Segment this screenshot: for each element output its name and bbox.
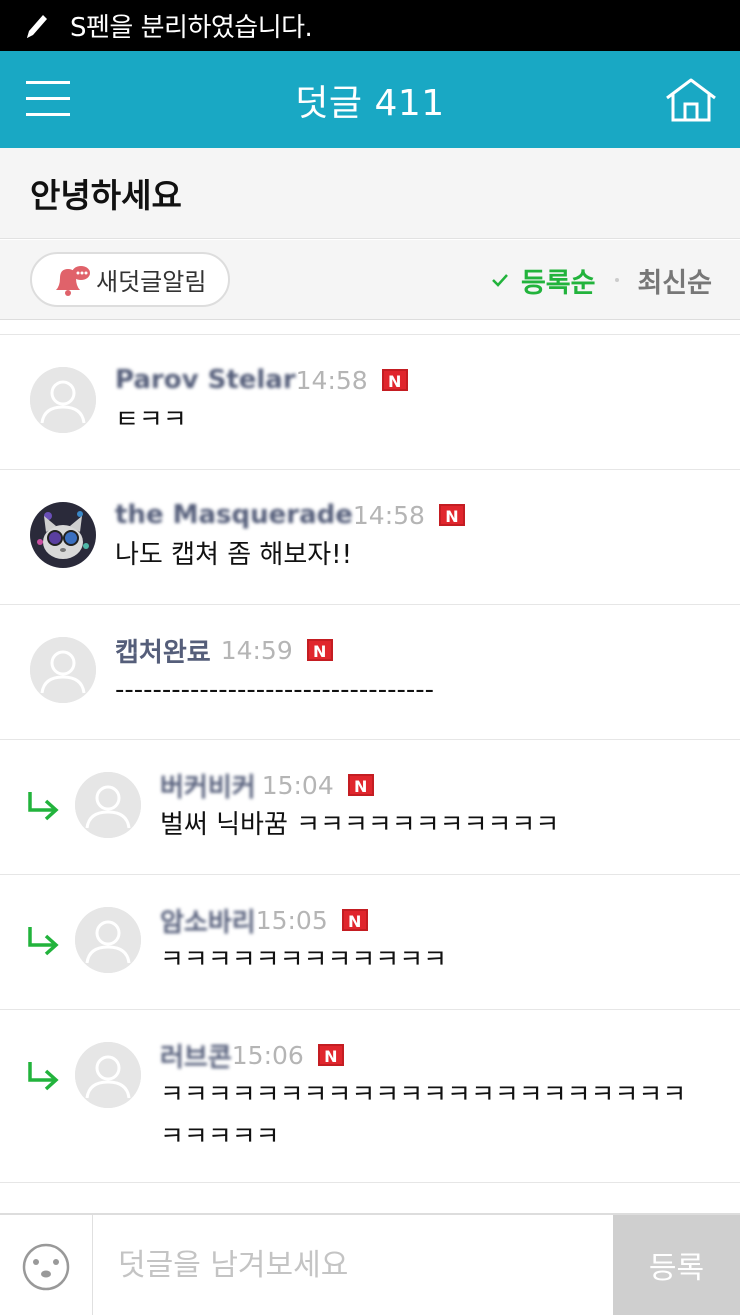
comment-meta: 캡처완료 14:59 N bbox=[115, 632, 333, 669]
avatar[interactable] bbox=[30, 367, 96, 433]
post-title: 안녕하세요 bbox=[30, 176, 182, 215]
new-badge: N bbox=[347, 774, 374, 796]
avatar[interactable] bbox=[75, 907, 141, 973]
app-header: 덧글 411 bbox=[0, 51, 740, 148]
sort-by-latest[interactable]: 최신순 bbox=[637, 261, 712, 300]
reply-item: 암소바리 15:05 N ㅋㅋㅋㅋㅋㅋㅋㅋㅋㅋㅋㅋ bbox=[0, 875, 740, 1010]
default-avatar-icon bbox=[75, 772, 141, 838]
default-avatar-icon bbox=[30, 637, 96, 703]
comment-meta: the Masquerade 14:58 N bbox=[115, 498, 465, 532]
bell-icon bbox=[56, 265, 90, 296]
nickname[interactable]: 버커비커 bbox=[160, 767, 256, 804]
timestamp: 15:04 bbox=[261, 770, 334, 800]
timestamp: 15:06 bbox=[231, 1040, 304, 1070]
comment-text: 벌써 닉바꿈 ㅋㅋㅋㅋㅋㅋㅋㅋㅋㅋㅋ bbox=[160, 810, 560, 840]
comment-input-bar: 등록 bbox=[0, 1213, 740, 1315]
new-badge: N bbox=[317, 1044, 344, 1066]
nickname[interactable]: 러브콘 bbox=[160, 1037, 232, 1074]
comment-meta: Parov Stelar 14:58 N bbox=[115, 363, 408, 397]
cat-photo-avatar-icon bbox=[30, 502, 96, 568]
comment-toolbar: 새덧글알림 등록순 최신순 bbox=[0, 240, 740, 320]
comment-item: the Masquerade 14:58 N 나도 캡쳐 좀 해보자!! bbox=[0, 470, 740, 605]
new-badge: N bbox=[381, 369, 408, 391]
comment-text: ㅋㅋㅋㅋㅋㅋㅋㅋㅋㅋㅋㅋ bbox=[160, 945, 448, 975]
emoticon-icon bbox=[22, 1243, 70, 1291]
comment-meta: 암소바리 15:05 N bbox=[160, 902, 368, 939]
separator-dot bbox=[615, 278, 620, 282]
comment-text: ㅌㅋㅋ bbox=[115, 405, 187, 435]
comment-item: Parov Stelar 14:58 N ㅌㅋㅋ bbox=[0, 335, 740, 470]
nickname[interactable]: Parov Stelar bbox=[115, 365, 296, 395]
default-avatar-icon bbox=[75, 907, 141, 973]
nickname[interactable]: the Masquerade bbox=[115, 500, 353, 530]
sort-by-registered[interactable]: 등록순 bbox=[491, 261, 596, 300]
reply-arrow-icon bbox=[28, 1062, 59, 1091]
reply-arrow-icon bbox=[28, 927, 59, 956]
sort-active-label: 등록순 bbox=[520, 267, 596, 299]
timestamp: 14:59 bbox=[220, 635, 293, 665]
sort-options: 등록순 최신순 bbox=[491, 240, 712, 320]
comment-text: ---------------------------------- bbox=[115, 675, 434, 705]
timestamp: 14:58 bbox=[352, 500, 425, 530]
submit-button[interactable]: 등록 bbox=[613, 1215, 740, 1315]
nickname[interactable]: 암소바리 bbox=[160, 902, 256, 939]
reply-item: 러브콘 15:06 N ㅋㅋㅋㅋㅋㅋㅋㅋㅋㅋㅋㅋㅋㅋㅋㅋㅋㅋㅋㅋㅋㅋ ㅋㅋㅋㅋㅋ bbox=[0, 1010, 740, 1183]
menu-icon[interactable] bbox=[26, 81, 70, 117]
comment-item: 캡처완료 14:59 N ---------------------------… bbox=[0, 605, 740, 740]
comment-text: 나도 캡쳐 좀 해보자!! bbox=[115, 540, 352, 570]
avatar[interactable] bbox=[75, 772, 141, 838]
avatar[interactable] bbox=[30, 502, 96, 568]
alarm-label: 새덧글알림 bbox=[96, 268, 207, 296]
comment-meta: 버커비커 15:04 N bbox=[160, 767, 374, 804]
avatar[interactable] bbox=[75, 1042, 141, 1108]
comment-list: Parov Stelar 14:58 N ㅌㅋㅋ the Masquerade … bbox=[0, 334, 740, 1183]
nickname[interactable]: 캡처완료 bbox=[115, 632, 211, 669]
status-bar: S펜을 분리하였습니다. bbox=[0, 0, 740, 51]
pen-icon bbox=[27, 14, 47, 38]
default-avatar-icon bbox=[75, 1042, 141, 1108]
reply-item: 버커비커 15:04 N 벌써 닉바꿈 ㅋㅋㅋㅋㅋㅋㅋㅋㅋㅋㅋ bbox=[0, 740, 740, 875]
new-comment-alarm-button[interactable]: 새덧글알림 bbox=[30, 252, 230, 307]
page-title: 덧글 411 bbox=[295, 82, 445, 124]
comment-text-line: ㅋㅋㅋㅋㅋㅋㅋㅋㅋㅋㅋㅋㅋㅋㅋㅋㅋㅋㅋㅋㅋㅋ bbox=[160, 1080, 687, 1110]
comment-text: ㅋㅋㅋㅋㅋㅋㅋㅋㅋㅋㅋㅋㅋㅋㅋㅋㅋㅋㅋㅋㅋㅋ ㅋㅋㅋㅋㅋ bbox=[160, 1074, 686, 1158]
emoticon-button[interactable] bbox=[0, 1215, 93, 1315]
home-icon[interactable] bbox=[664, 77, 718, 123]
comment-meta: 러브콘 15:06 N bbox=[160, 1037, 344, 1074]
new-badge: N bbox=[306, 639, 333, 661]
new-badge: N bbox=[341, 909, 368, 931]
new-badge: N bbox=[438, 504, 465, 526]
reply-arrow-icon bbox=[28, 792, 59, 821]
status-text: S펜을 분리하였습니다. bbox=[70, 13, 313, 43]
timestamp: 15:05 bbox=[255, 905, 328, 935]
comment-text-line: ㅋㅋㅋㅋㅋ bbox=[160, 1122, 280, 1152]
comment-input[interactable] bbox=[100, 1215, 610, 1315]
timestamp: 14:58 bbox=[295, 365, 368, 395]
avatar[interactable] bbox=[30, 637, 96, 703]
check-icon bbox=[492, 274, 508, 287]
default-avatar-icon bbox=[30, 367, 96, 433]
post-title-bar: 안녕하세요 bbox=[0, 148, 740, 239]
